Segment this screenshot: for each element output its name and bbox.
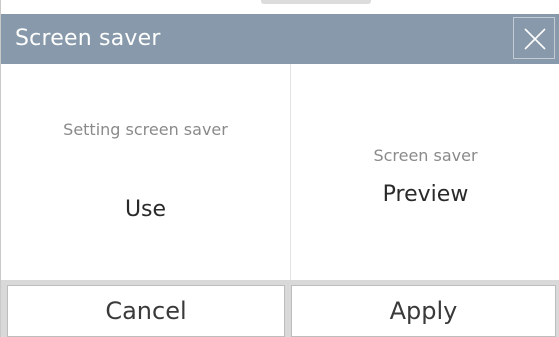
preview-value: Preview xyxy=(382,182,469,207)
top-tab-handle xyxy=(261,0,371,4)
close-icon xyxy=(524,28,546,50)
screen-saver-preview-option[interactable]: Screen saver Preview xyxy=(291,64,559,280)
screen-saver-dialog: Screen saver Setting screen saver Use Sc… xyxy=(0,0,559,337)
dialog-content: Setting screen saver Use Screen saver Pr… xyxy=(1,64,559,280)
cancel-button[interactable]: Cancel xyxy=(7,285,285,337)
dialog-title: Screen saver xyxy=(15,26,161,51)
setting-value: Use xyxy=(124,197,167,222)
preview-caption: Screen saver xyxy=(373,146,478,165)
setting-caption: Setting screen saver xyxy=(63,120,228,139)
dialog-titlebar: Screen saver xyxy=(1,14,559,64)
button-bar: Cancel Apply xyxy=(1,280,559,337)
setting-screen-saver-option[interactable]: Setting screen saver Use xyxy=(1,64,290,280)
apply-button[interactable]: Apply xyxy=(291,285,556,337)
top-edge xyxy=(1,0,559,14)
close-button[interactable] xyxy=(513,17,555,59)
